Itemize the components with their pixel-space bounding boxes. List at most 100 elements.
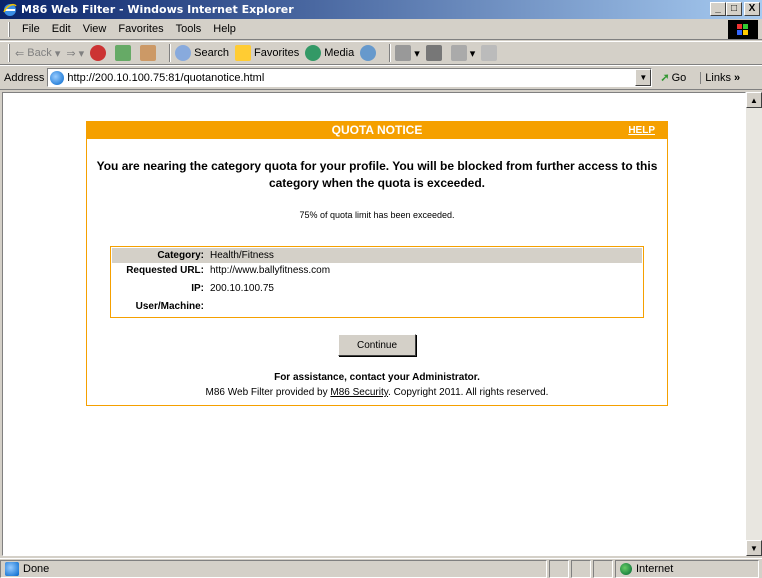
notice-title: QUOTA NOTICE (331, 123, 423, 137)
request-details-box: Category: Health/Fitness Requested URL: … (110, 246, 644, 318)
home-icon (140, 45, 157, 61)
standard-toolbar: ⇐ Back ▾ ⇒ ▾ Search Favorites Media ▾ ▾ (0, 41, 762, 65)
refresh-icon (115, 45, 132, 61)
printer-icon (425, 45, 442, 61)
page-done-icon (5, 561, 19, 576)
toolbar-separator (169, 44, 172, 62)
scroll-down-button[interactable]: ▼ (746, 540, 762, 556)
go-label: Go (671, 71, 687, 84)
menu-favorites[interactable]: Favorites (112, 23, 169, 35)
window-titlebar: M86 Web Filter - Windows Internet Explor… (0, 0, 762, 19)
m86-security-link[interactable]: M86 Security (330, 387, 388, 398)
windows-logo-icon (728, 20, 758, 39)
close-button[interactable]: X (744, 2, 760, 16)
stop-icon (90, 45, 107, 61)
arrow-down-icon: ▼ (750, 543, 758, 553)
back-label: Back (27, 47, 52, 59)
discuss-button[interactable] (481, 45, 500, 61)
links-label: Links (705, 71, 731, 84)
assistance-text: For assistance, contact your Administrat… (274, 372, 480, 383)
menu-grip (8, 21, 10, 37)
menu-edit[interactable]: Edit (46, 23, 77, 35)
go-arrow-icon: ➚ (660, 72, 670, 84)
quota-percent-text: 75% of quota limit has been exceeded. (299, 210, 455, 220)
mail-icon (395, 45, 412, 61)
minimize-button[interactable]: _ (710, 2, 726, 16)
help-link[interactable]: HELP (628, 122, 655, 139)
status-cell (593, 559, 613, 578)
security-zone: Internet (615, 559, 759, 578)
copyright-line: M86 Web Filter provided by M86 Security.… (87, 387, 667, 398)
search-icon (175, 45, 192, 61)
provided-suffix: . Copyright 2011. All rights reserved. (388, 387, 549, 398)
vertical-scrollbar[interactable]: ▲ ▼ (746, 92, 762, 556)
history-button[interactable] (360, 45, 379, 61)
back-button[interactable]: ⇐ Back ▾ (15, 47, 60, 60)
media-label: Media (324, 47, 355, 59)
status-cell (571, 559, 591, 578)
chevron-down-icon: ▾ (54, 47, 61, 60)
detail-row-category: Category: Health/Fitness (112, 248, 642, 263)
address-url[interactable]: http://200.10.100.75:81/quotanotice.html (67, 72, 264, 84)
home-button[interactable] (140, 45, 159, 61)
detail-key: User/Machine: (135, 301, 204, 312)
arrow-up-icon: ▲ (750, 95, 758, 105)
chevron-right-icon: » (734, 71, 741, 84)
address-label: Address (4, 71, 45, 84)
media-button[interactable]: Media (305, 45, 354, 61)
status-text: Done (23, 562, 50, 575)
menu-bar: File Edit View Favorites Tools Help (0, 19, 762, 40)
page-icon (50, 70, 65, 85)
menu-help[interactable]: Help (207, 23, 242, 35)
detail-key: Requested URL: (126, 265, 204, 276)
globe-icon (620, 562, 632, 575)
provided-prefix: M86 Web Filter provided by (205, 387, 331, 398)
continue-button[interactable]: Continue (338, 334, 416, 356)
detail-value: http://www.ballyfitness.com (210, 265, 331, 276)
links-button[interactable]: Links » (700, 71, 741, 84)
menu-view[interactable]: View (77, 23, 113, 35)
forward-arrow-icon: ⇒ ▾ (66, 47, 85, 60)
media-icon (305, 45, 322, 61)
favorites-button[interactable]: Favorites (235, 45, 299, 61)
refresh-button[interactable] (115, 45, 134, 61)
stop-button[interactable] (90, 45, 109, 61)
notice-header: QUOTA NOTICE HELP (87, 122, 667, 139)
favorites-label: Favorites (254, 47, 300, 59)
menu-file[interactable]: File (16, 23, 46, 35)
search-label: Search (194, 47, 229, 59)
detail-value: Health/Fitness (210, 250, 274, 261)
edit-icon (450, 45, 467, 61)
chevron-down-icon: ▼ (639, 73, 648, 82)
address-dropdown-button[interactable]: ▼ (635, 69, 652, 86)
status-cell (549, 559, 569, 578)
internet-explorer-icon (3, 3, 17, 16)
scroll-up-button[interactable]: ▲ (746, 92, 762, 108)
address-input[interactable]: http://200.10.100.75:81/quotanotice.html… (47, 68, 653, 87)
detail-row-user: User/Machine: (112, 299, 642, 314)
window-title: M86 Web Filter - Windows Internet Explor… (21, 3, 294, 16)
status-bar: Done Internet (0, 558, 762, 578)
maximize-button[interactable]: □ (726, 2, 742, 16)
toolbar-separator (389, 44, 392, 62)
print-button[interactable] (425, 45, 445, 61)
edit-button[interactable]: ▾ (450, 45, 475, 61)
status-text-panel: Done (0, 559, 547, 578)
toolbar-grip (8, 44, 10, 62)
notice-message: You are nearing the category quota for y… (96, 159, 658, 190)
discuss-icon (481, 45, 498, 61)
detail-row-url: Requested URL: http://www.ballyfitness.c… (112, 263, 642, 278)
history-icon (360, 45, 377, 61)
forward-button[interactable]: ⇒ ▾ (66, 47, 84, 60)
search-button[interactable]: Search (175, 45, 229, 61)
star-icon (235, 45, 251, 61)
mail-button[interactable]: ▾ (395, 45, 420, 61)
detail-row-ip: IP: 200.10.100.75 (112, 281, 642, 296)
zone-label: Internet (636, 562, 674, 575)
menu-tools[interactable]: Tools (170, 23, 208, 35)
back-arrow-icon: ⇐ (15, 47, 25, 60)
address-bar: Address http://200.10.100.75:81/quotanot… (0, 65, 762, 90)
detail-key: Category: (157, 250, 204, 261)
quota-notice-panel: QUOTA NOTICE HELP You are nearing the ca… (86, 121, 668, 406)
go-button[interactable]: ➚ Go (660, 71, 687, 85)
